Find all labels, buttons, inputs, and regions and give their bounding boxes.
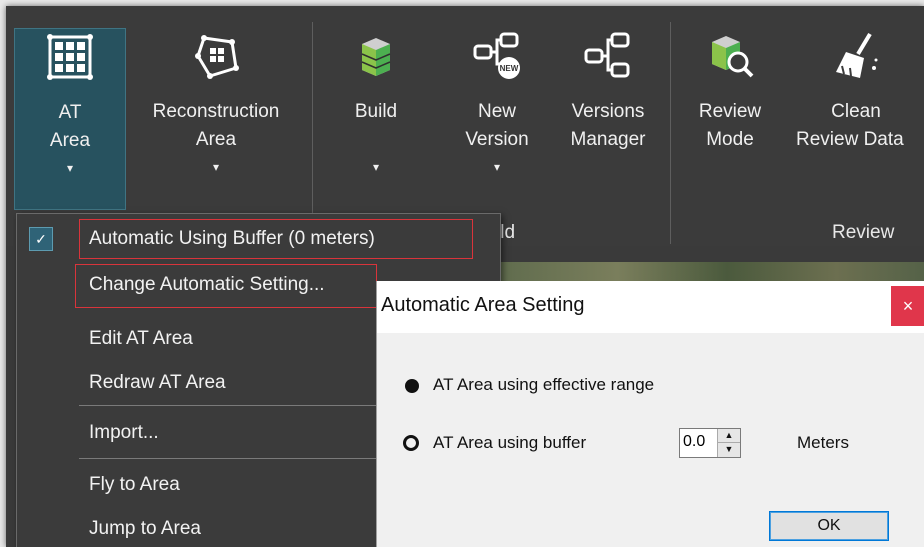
reconstruction-area-label-line2: Area — [195, 129, 237, 150]
grid-icon — [47, 34, 93, 80]
clean-review-data-label-line1: Clean — [831, 101, 881, 122]
menu-separator — [79, 458, 379, 459]
at-area-button[interactable]: AT Area ▾ — [14, 28, 126, 210]
radio-effective-range[interactable] — [405, 379, 419, 393]
new-version-button[interactable]: NEW New Version ▾ — [452, 28, 542, 174]
polygon-area-icon — [195, 35, 239, 79]
buffer-value-input[interactable]: 0.0 — [683, 433, 705, 451]
highlight-box-automatic — [79, 219, 473, 259]
app-window: AT Area ▾ Reconstruction Area ▾ Build ▾ … — [6, 6, 924, 547]
build-dropdown-caret[interactable]: ▾ — [336, 160, 416, 174]
new-version-dropdown-caret[interactable]: ▾ — [452, 160, 542, 174]
review-mode-label-line2: Mode — [706, 129, 754, 150]
review-mode-icon — [712, 36, 754, 78]
radio-buffer[interactable] — [403, 435, 419, 451]
menu-item-label: Jump to Area — [89, 518, 201, 539]
automatic-area-setting-dialog: Automatic Area Setting × AT Area using e… — [376, 281, 924, 547]
versions-manager-button[interactable]: Versions Manager — [560, 28, 656, 154]
reconstruction-area-label-line1: Reconstruction — [152, 101, 280, 122]
ok-button[interactable]: OK — [769, 511, 889, 541]
menu-item-label: Edit AT Area — [89, 328, 193, 349]
new-badge: NEW — [500, 64, 519, 73]
group-label-review: Review — [832, 222, 895, 243]
dialog-title: Automatic Area Setting — [381, 294, 585, 316]
new-version-icon: NEW — [473, 32, 520, 79]
versions-manager-label-line1: Versions — [571, 101, 645, 122]
broom-icon — [836, 32, 878, 78]
versions-manager-icon — [584, 32, 630, 78]
at-area-label-line2: Area — [49, 130, 91, 151]
build-label: Build — [354, 101, 398, 122]
versions-manager-label-line2: Manager — [570, 129, 646, 150]
at-area-dropdown-caret[interactable]: ▾ — [15, 161, 125, 175]
reconstruction-area-dropdown-caret[interactable]: ▾ — [132, 160, 300, 174]
stepper-buttons: ▲ ▼ — [717, 429, 740, 457]
menu-item-label: Redraw AT Area — [89, 372, 226, 393]
dialog-title-bar: Automatic Area Setting × — [377, 281, 924, 333]
unit-label: Meters — [797, 433, 849, 452]
review-mode-button[interactable]: Review Mode — [692, 28, 768, 154]
stepper-up-icon[interactable]: ▲ — [718, 429, 740, 443]
option-effective-range-label[interactable]: AT Area using effective range — [433, 375, 654, 395]
new-version-label-line1: New — [477, 101, 516, 122]
menu-item-label: Fly to Area — [89, 474, 180, 495]
stepper-down-icon[interactable]: ▼ — [718, 443, 740, 456]
menu-separator — [79, 405, 379, 406]
option-buffer-label[interactable]: AT Area using buffer — [433, 433, 586, 453]
review-mode-label-line1: Review — [698, 101, 762, 122]
ribbon-separator — [670, 22, 671, 244]
highlight-box-change-setting — [75, 264, 377, 308]
checkmark-icon: ✓ — [29, 227, 53, 251]
ribbon-separator — [312, 22, 313, 244]
new-version-label-line2: Version — [465, 129, 529, 150]
clean-review-data-button[interactable]: Clean Review Data — [788, 28, 924, 154]
reconstruction-area-button[interactable]: Reconstruction Area ▾ — [132, 28, 300, 174]
close-button[interactable]: × — [891, 286, 924, 326]
buffer-value-stepper[interactable]: 0.0 ▲ ▼ — [679, 428, 741, 458]
clean-review-data-label-line2: Review Data — [796, 129, 904, 150]
menu-item-label: Import... — [89, 422, 159, 443]
ribbon-toolbar: AT Area ▾ Reconstruction Area ▾ Build ▾ … — [6, 6, 924, 246]
build-button[interactable]: Build ▾ — [336, 28, 416, 174]
build-icon — [361, 38, 391, 76]
at-area-label-line1: AT — [58, 102, 82, 123]
